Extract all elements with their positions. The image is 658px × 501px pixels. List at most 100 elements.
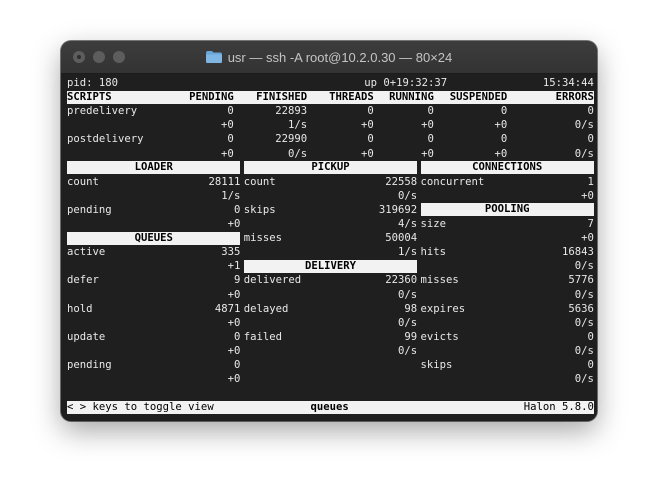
queues-title: QUEUES xyxy=(134,231,173,244)
delivery-label: failed xyxy=(243,330,283,343)
pooling-label: evicts xyxy=(420,330,459,343)
pooling-rate: +0 xyxy=(581,232,594,245)
script-rate: 0/s xyxy=(574,147,594,160)
pid-label: pid: 180 xyxy=(67,77,119,89)
pickup-rate: 4/s xyxy=(398,218,418,230)
clock-label: 15:34:44 xyxy=(542,77,594,89)
delivery-rate: 0/s xyxy=(398,288,418,301)
pooling-label: misses xyxy=(420,274,459,287)
footer-hint: < > keys to toggle view xyxy=(67,400,214,413)
script-value: 0 xyxy=(427,133,434,146)
delivery-value: 22360 xyxy=(385,274,418,287)
pickup-label: count xyxy=(243,175,276,188)
pickup-value: 50004 xyxy=(385,232,418,245)
pooling-value: 16843 xyxy=(562,246,594,259)
connections-label: concurrent xyxy=(420,175,485,188)
uptime-label: up 0+19:32:37 xyxy=(364,77,448,89)
script-rate: 1/s xyxy=(287,119,308,132)
pooling-rate: 0/s xyxy=(574,260,594,273)
loader-value: 28111 xyxy=(208,175,241,188)
script-rate: 0/s xyxy=(287,147,308,160)
script-value: 0 xyxy=(367,105,374,118)
pooling-rate: 0/s xyxy=(574,288,594,301)
pickup-value: 22558 xyxy=(385,175,418,188)
loader-label: count xyxy=(67,175,99,188)
queues-rate: +0 xyxy=(227,288,241,301)
script-value: 0 xyxy=(227,133,234,146)
script-value: 22990 xyxy=(275,133,308,146)
scripts-column-header: SUSPENDED xyxy=(449,90,508,103)
delivery-value: 98 xyxy=(404,302,418,315)
delivery-value: 99 xyxy=(404,330,418,343)
pooling-rate: 0/s xyxy=(574,316,594,329)
queues-label: pending xyxy=(67,359,112,371)
queues-value: 4871 xyxy=(214,302,241,315)
terminal-window: usr — ssh -A root@10.2.0.30 — 80×24 pid:… xyxy=(61,41,597,421)
queues-rate: +0 xyxy=(227,316,241,329)
queues-label: defer xyxy=(67,274,99,287)
scripts-column-header: PENDING xyxy=(189,90,234,103)
script-rate: +0 xyxy=(421,119,434,132)
title-bar[interactable]: usr — ssh -A root@10.2.0.30 — 80×24 xyxy=(61,41,597,74)
script-value: 0 xyxy=(227,105,234,118)
queues-rate: +0 xyxy=(227,373,241,386)
queues-value: 0 xyxy=(234,330,241,343)
script-rate: +0 xyxy=(220,119,234,132)
connections-value: 1 xyxy=(587,175,594,188)
queues-label: active xyxy=(67,246,106,259)
pickup-label: misses xyxy=(243,232,283,245)
loader-rate: 1/s xyxy=(221,189,241,202)
pooling-value: 5776 xyxy=(568,274,594,287)
terminal-screen[interactable]: pid: 180 up 0+19:32:37 15:34:44 SCRIPTS PEND… xyxy=(61,74,597,421)
queues-value: 335 xyxy=(221,246,241,259)
queues-value: 9 xyxy=(234,274,241,287)
window-title: usr — ssh -A root@10.2.0.30 — 80×24 xyxy=(227,49,453,65)
loader-label: pending xyxy=(67,203,112,216)
scripts-column-header: RUNNING xyxy=(389,90,434,103)
delivery-label: delivered xyxy=(243,274,302,287)
delivery-label: delayed xyxy=(243,302,289,315)
script-value: 0 xyxy=(587,133,594,146)
script-rate: +0 xyxy=(361,119,374,132)
pickup-title: PICKUP xyxy=(311,161,350,174)
queues-rate: +1 xyxy=(227,260,241,273)
script-rate: +0 xyxy=(361,147,374,160)
pooling-label: size xyxy=(420,218,447,230)
connections-title: CONNECTIONS xyxy=(472,161,543,174)
pooling-value: 5636 xyxy=(568,302,594,315)
script-name: predelivery xyxy=(67,105,138,118)
queues-rate: +0 xyxy=(227,344,241,357)
script-rate: +0 xyxy=(494,147,508,160)
script-value: 22893 xyxy=(275,105,308,118)
pooling-rate: 0/s xyxy=(574,344,594,357)
delivery-rate: 0/s xyxy=(398,316,418,329)
script-value: 0 xyxy=(500,133,508,146)
script-name: postdelivery xyxy=(67,133,144,146)
connections-rate: +0 xyxy=(581,189,594,202)
pooling-title: POOLING xyxy=(484,203,530,216)
queues-value: 0 xyxy=(234,359,241,371)
loader-title: LOADER xyxy=(134,161,173,174)
script-rate: +0 xyxy=(494,119,508,132)
pickup-rate: 1/s xyxy=(398,246,418,259)
delivery-rate: 0/s xyxy=(398,344,418,357)
script-value: 0 xyxy=(427,105,434,118)
loader-rate: +0 xyxy=(227,218,241,230)
queues-label: update xyxy=(67,330,106,343)
pickup-rate: 0/s xyxy=(398,189,418,202)
scripts-column-header: FINISHED xyxy=(256,90,308,103)
pooling-value: 7 xyxy=(587,218,594,230)
footer-version: Halon 5.8.0 xyxy=(523,400,594,413)
queues-label: hold xyxy=(67,302,93,315)
script-rate: +0 xyxy=(220,147,234,160)
pooling-value: 0 xyxy=(587,330,594,343)
script-value: 0 xyxy=(367,133,374,146)
delivery-title: DELIVERY xyxy=(304,259,356,272)
script-rate: +0 xyxy=(421,147,434,160)
scripts-column-header: SCRIPTS xyxy=(67,90,112,103)
footer-view: queues xyxy=(310,400,349,413)
scripts-column-header: THREADS xyxy=(329,90,374,103)
pooling-label: expires xyxy=(420,302,466,315)
pooling-label: skips xyxy=(420,359,453,371)
window-title-group: usr — ssh -A root@10.2.0.30 — 80×24 xyxy=(61,41,597,73)
